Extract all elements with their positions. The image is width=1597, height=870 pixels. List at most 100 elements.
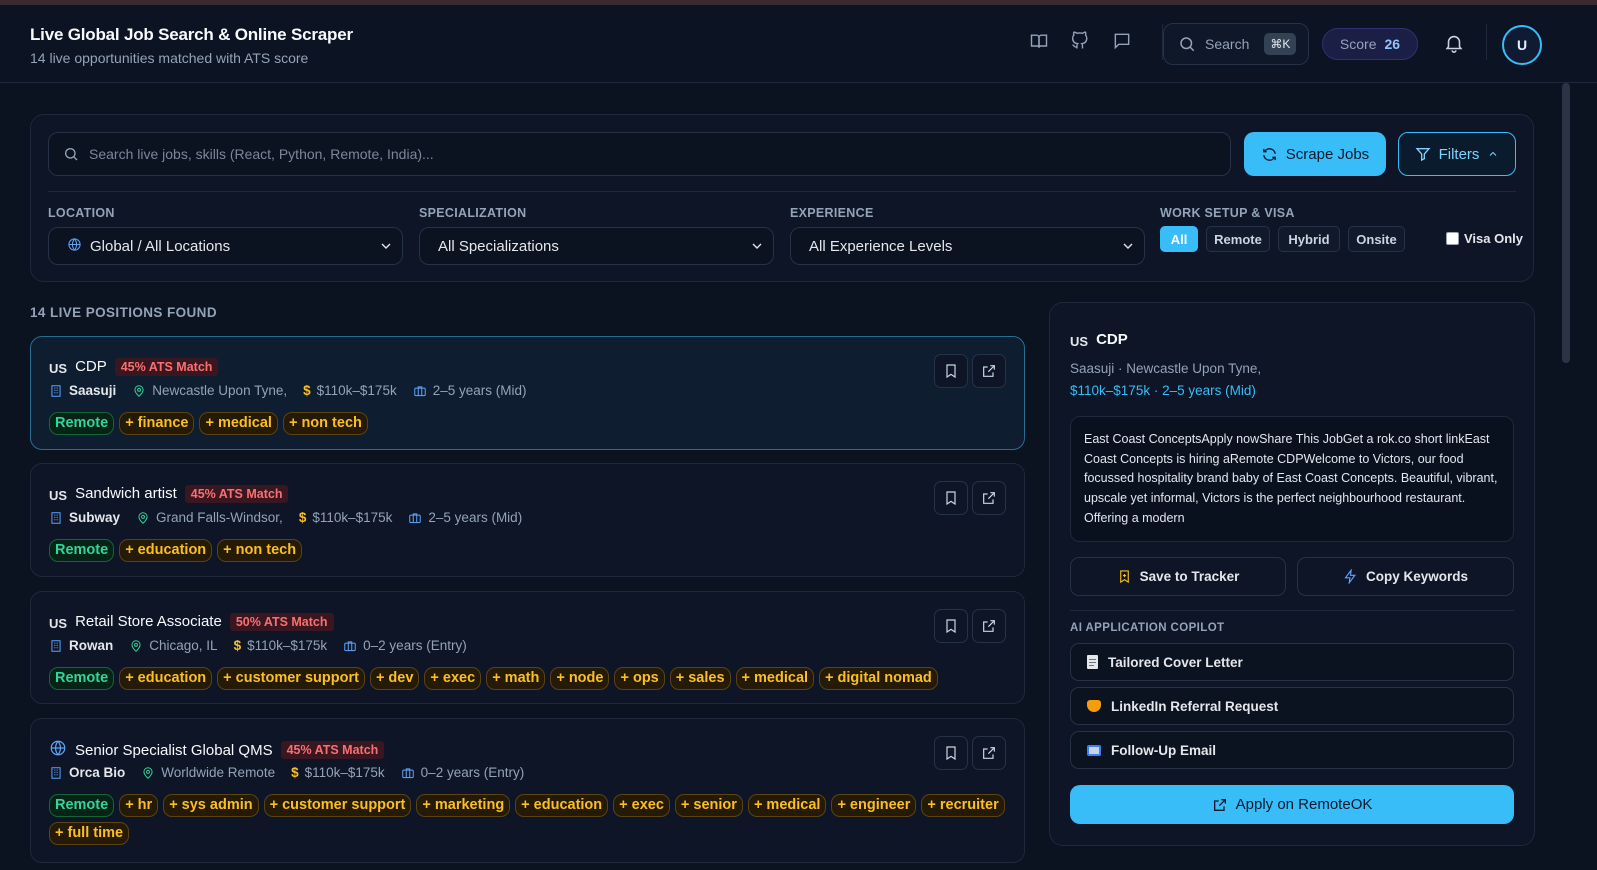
job-experience: 0–2 years (Entry) [363, 638, 467, 653]
briefcase-icon [401, 767, 414, 778]
detail-job-title: CDP [1096, 331, 1128, 348]
tag-list: Remote + hr + sys admin + customer suppo… [49, 794, 1009, 845]
page-subtitle: 14 live opportunities matched with ATS s… [30, 50, 309, 66]
scrollbar-thumb[interactable] [1562, 83, 1570, 363]
tag: + medical [747, 794, 827, 817]
email-icon [1087, 744, 1101, 756]
external-link-icon [1213, 798, 1226, 811]
lightning-icon [1344, 569, 1356, 584]
scrape-jobs-button[interactable]: Scrape Jobs [1244, 132, 1386, 176]
referral-request-button[interactable]: LinkedIn Referral Request [1070, 687, 1514, 725]
global-search-button[interactable]: Search ⌘K [1163, 23, 1309, 65]
country-flag: US [1070, 334, 1089, 349]
location-pin-icon [131, 639, 141, 652]
job-experience: 0–2 years (Entry) [420, 765, 525, 780]
location-pin-icon [143, 766, 153, 779]
specialization-value: All Specializations [438, 237, 559, 255]
save-to-tracker-button[interactable]: Save to Tracker [1070, 557, 1286, 596]
job-card[interactable]: US CDP 45% ATS Match Saasuji Newcastle U… [30, 336, 1025, 450]
open-external-button[interactable] [972, 481, 1006, 515]
job-card[interactable]: US Sandwich artist 45% ATS Match Subway … [30, 463, 1025, 577]
building-icon [51, 384, 61, 397]
score-badge[interactable]: Score 26 [1322, 28, 1418, 60]
location-select[interactable]: Global / All Locations [48, 227, 403, 265]
tag: + education [515, 794, 609, 817]
job-salary: $110k–$175k [247, 638, 328, 653]
job-card[interactable]: Senior Specialist Global QMS 45% ATS Mat… [30, 718, 1025, 863]
tag-remote: Remote [49, 794, 115, 817]
experience-select[interactable]: All Experience Levels [790, 227, 1145, 265]
tag: + ops [614, 667, 665, 690]
job-card[interactable]: US Retail Store Associate 50% ATS Match … [30, 591, 1025, 704]
tag: + sales [669, 667, 731, 690]
specialization-select[interactable]: All Specializations [419, 227, 774, 265]
setup-option-hybrid[interactable]: Hybrid [1278, 226, 1340, 252]
apply-button[interactable]: Apply on RemoteOK [1070, 785, 1514, 824]
briefcase-icon [344, 640, 356, 651]
briefcase-icon [409, 512, 422, 523]
tag: + hr [119, 794, 159, 817]
github-icon[interactable] [1068, 29, 1092, 53]
document-icon [1087, 655, 1098, 669]
follow-up-email-button[interactable]: Follow-Up Email [1070, 731, 1514, 769]
chat-icon[interactable] [1110, 29, 1134, 53]
avatar[interactable]: U [1502, 25, 1542, 65]
copilot-item-label: Follow-Up Email [1111, 742, 1217, 758]
setup-option-remote[interactable]: Remote [1206, 226, 1270, 252]
setup-option-all[interactable]: All [1160, 226, 1198, 252]
filters-toggle-button[interactable]: Filters [1398, 132, 1516, 176]
company-name: Subway [69, 510, 121, 525]
cover-letter-button[interactable]: Tailored Cover Letter [1070, 643, 1514, 681]
visa-checkbox[interactable] [1446, 232, 1459, 245]
tag: + exec [424, 667, 482, 690]
tag: + customer support [217, 667, 365, 690]
location-pin-icon [134, 384, 144, 397]
page-title: Live Global Job Search & Online Scraper [30, 25, 353, 44]
bookmark-button[interactable] [934, 609, 968, 643]
tag: + medical [735, 667, 815, 690]
bookmark-button[interactable] [934, 736, 968, 770]
tag: + customer support [263, 794, 412, 817]
open-external-button[interactable] [972, 609, 1006, 643]
bell-icon[interactable] [1443, 32, 1465, 59]
keyboard-shortcut: ⌘K [1264, 33, 1297, 55]
chevron-down-icon [1120, 238, 1136, 258]
apply-label: Apply on RemoteOK [1235, 796, 1373, 813]
search-icon [65, 148, 78, 161]
location-pin-icon [138, 511, 148, 524]
open-external-button[interactable] [972, 736, 1006, 770]
job-search-field[interactable] [48, 132, 1231, 176]
tag: + education [119, 667, 213, 690]
save-label: Save to Tracker [1139, 569, 1240, 584]
tag: + node [550, 667, 610, 690]
score-value: 26 [1384, 36, 1401, 52]
refresh-icon [1262, 147, 1276, 161]
bookmark-icon [946, 746, 956, 761]
filter-divider [48, 191, 1516, 192]
scrape-label: Scrape Jobs [1285, 145, 1370, 163]
job-salary: $110k–$175k [312, 510, 393, 525]
job-location: Grand Falls-Windsor, [156, 510, 283, 525]
building-icon [51, 511, 61, 524]
tag: + full time [49, 822, 130, 845]
setup-option-onsite[interactable]: Onsite [1348, 226, 1405, 252]
open-external-button[interactable] [972, 354, 1006, 388]
tag: + dev [369, 667, 420, 690]
briefcase-icon [413, 385, 426, 396]
bookmark-icon [946, 491, 956, 506]
dollar-icon: $ [233, 638, 242, 653]
search-label: Search [1205, 36, 1250, 52]
tag: + engineer [831, 794, 917, 817]
book-icon[interactable] [1027, 29, 1051, 53]
company-name: Saasuji [69, 383, 117, 398]
copy-keywords-button[interactable]: Copy Keywords [1297, 557, 1514, 596]
job-experience: 2–5 years (Mid) [428, 510, 523, 525]
bookmark-button[interactable] [934, 354, 968, 388]
job-search-input[interactable] [89, 146, 1189, 162]
specialization-label: SPECIALIZATION [419, 206, 527, 220]
visa-only-toggle[interactable]: Visa Only [1446, 231, 1523, 246]
external-link-icon [983, 492, 995, 504]
bookmark-icon [1119, 570, 1129, 584]
bookmark-button[interactable] [934, 481, 968, 515]
copilot-item-label: LinkedIn Referral Request [1111, 698, 1279, 714]
